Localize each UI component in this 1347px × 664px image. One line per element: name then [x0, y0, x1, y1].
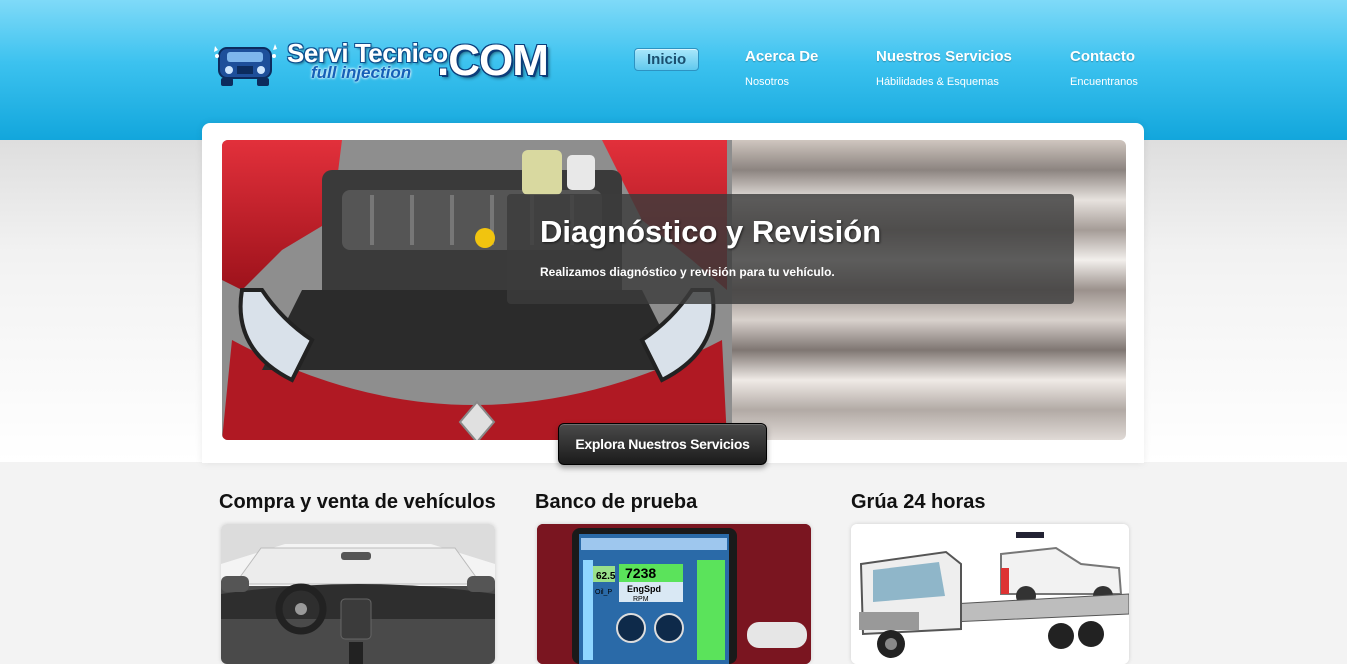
car-interior-graphic [221, 524, 495, 664]
service-title-compra-venta[interactable]: Compra y venta de vehículos [219, 491, 496, 514]
logo-text-com: .COM [437, 36, 549, 85]
test-bench-image[interactable]: 62.5 7238 EngSpd RPM Oil_P [537, 524, 811, 664]
dash-value-1: 62.5 [596, 571, 616, 582]
nav-label-nuestros-servicios[interactable]: Nuestros Servicios [876, 48, 1012, 65]
hero-text: Realizamos diagnóstico y revisión para t… [540, 265, 835, 279]
nav-label-acerca-de[interactable]: Acerca De [745, 48, 818, 65]
dash-label-oil: Oil_P [595, 589, 612, 596]
car-interior-image[interactable] [221, 524, 495, 664]
service-title-grua[interactable]: Grúa 24 horas [851, 491, 986, 514]
nav-sub-nosotros[interactable]: Nosotros [745, 76, 818, 88]
hero-title: Diagnóstico y Revisión [540, 214, 882, 249]
service-title-banco-prueba[interactable]: Banco de prueba [535, 491, 697, 514]
nav-sub-habilidades[interactable]: Hábilidades & Esquemas [876, 76, 1012, 88]
logo-text-full-injection: full injection [311, 63, 412, 82]
dash-value-2: 7238 [625, 565, 656, 581]
explore-services-button[interactable]: Explora Nuestros Servicios [558, 423, 767, 465]
nav-item-inicio[interactable]: Inicio [634, 48, 700, 71]
dash-label-rpm: RPM [633, 596, 649, 603]
nav-item-acerca-de[interactable]: Acerca De Nosotros [745, 48, 818, 88]
nav-item-nuestros-servicios[interactable]: Nuestros Servicios Hábilidades & Esquema… [876, 48, 1012, 88]
tow-truck-image[interactable] [851, 524, 1129, 664]
nav-label-inicio[interactable]: Inicio [634, 48, 700, 71]
site-logo[interactable]: Servi Tecnico full injection .COM [205, 32, 549, 94]
site-header: Servi Tecnico full injection .COM Inicio… [0, 0, 1347, 140]
test-bench-graphic: 62.5 7238 EngSpd RPM Oil_P [537, 524, 811, 664]
nav-label-contacto[interactable]: Contacto [1070, 48, 1135, 65]
nav-item-contacto[interactable]: Contacto Encuentranos [1070, 48, 1138, 88]
dash-label-engspd: EngSpd [627, 584, 661, 594]
tow-truck-graphic [851, 524, 1129, 664]
hero-caption-box: Diagnóstico y Revisión Realizamos diagnó… [507, 194, 1074, 304]
car-logo-icon [214, 44, 277, 86]
nav-sub-encuentranos[interactable]: Encuentranos [1070, 76, 1138, 88]
